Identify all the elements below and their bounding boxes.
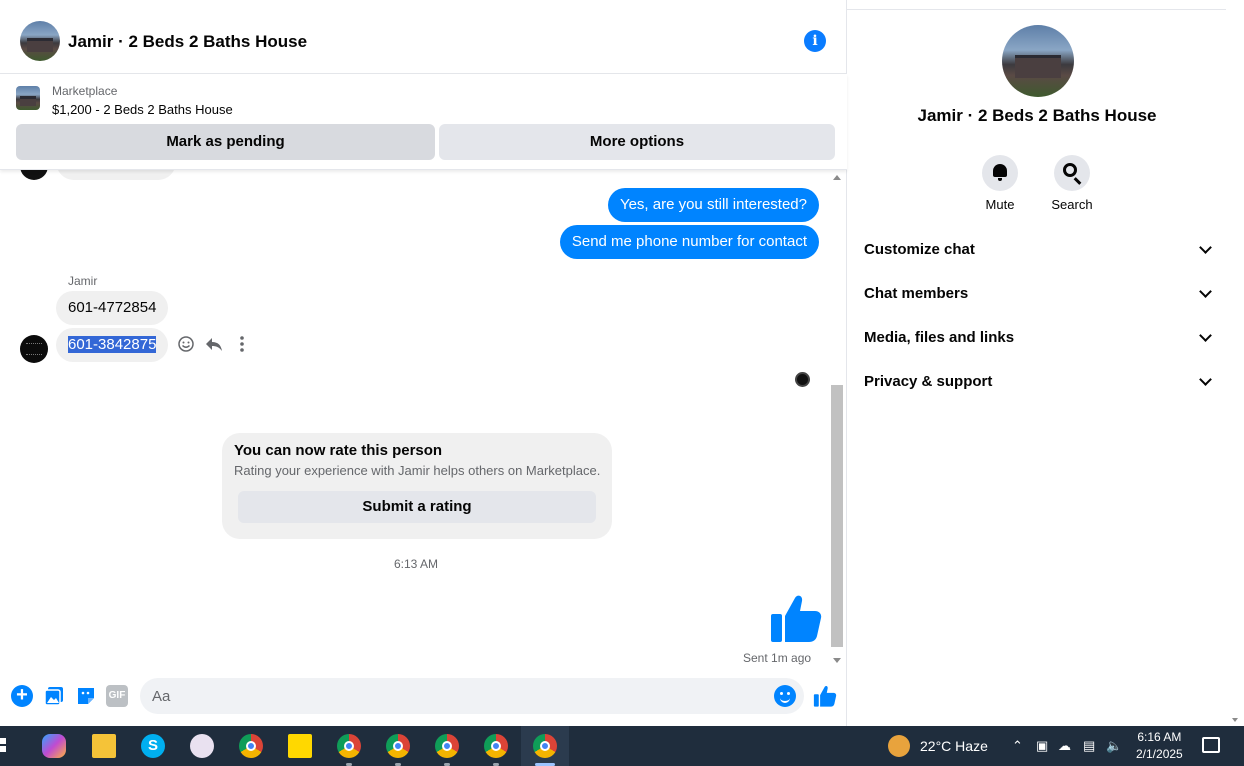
message-input[interactable] — [140, 678, 804, 714]
sender-name: Jamir — [68, 274, 98, 288]
react-icon[interactable] — [176, 334, 196, 354]
conversation-details-pane: Jamir · 2 Beds 2 Baths House Mute Search… — [848, 10, 1226, 726]
camera-icon[interactable]: ▣ — [1036, 738, 1048, 754]
start-icon[interactable] — [0, 734, 12, 758]
search-label: Search — [1051, 197, 1093, 212]
file-explorer-icon[interactable] — [92, 734, 116, 758]
selected-text: 601-3842875 — [68, 336, 157, 353]
bell-icon — [993, 164, 1007, 181]
section-media-files-links[interactable]: Media, files and links — [864, 327, 1212, 351]
rating-subtitle: Rating your experience with Jamir helps … — [234, 463, 601, 478]
chrome-icon[interactable] — [239, 734, 263, 758]
message-actions — [176, 334, 256, 354]
outgoing-message[interactable]: Yes, are you still interested? — [607, 188, 819, 222]
chrome-profile-icon[interactable] — [337, 734, 361, 758]
notification-icon[interactable] — [1202, 737, 1220, 753]
profile-title: Jamir · 2 Beds 2 Baths House — [917, 106, 1157, 125]
photo-icon[interactable] — [43, 685, 65, 707]
page-scrollbar[interactable] — [1226, 0, 1244, 726]
rating-title: You can now rate this person — [234, 442, 443, 459]
plus-icon[interactable]: + — [11, 685, 33, 707]
clock-time: 6:16 AM — [1137, 730, 1182, 744]
cloud-icon[interactable]: ☁ — [1058, 738, 1071, 754]
sent-status: Sent 1m ago — [743, 651, 812, 665]
section-privacy-support[interactable]: Privacy & support — [864, 371, 1212, 395]
profile-avatar[interactable] — [1002, 25, 1074, 97]
gif-icon[interactable]: GIF — [106, 685, 128, 707]
weather-icon[interactable] — [888, 735, 910, 757]
rating-card: You can now rate this person Rating your… — [222, 433, 612, 539]
chrome-profile-icon[interactable] — [435, 734, 459, 758]
message-timestamp: 6:13 AM — [393, 557, 439, 571]
volume-icon[interactable]: 🔈 — [1106, 738, 1122, 754]
chrome-profile-icon[interactable] — [533, 734, 557, 758]
chrome-profile-icon[interactable] — [386, 734, 410, 758]
section-title: Chat members — [864, 285, 969, 302]
skype-icon[interactable]: S — [141, 734, 165, 758]
paint-icon[interactable] — [190, 734, 214, 758]
more-icon[interactable] — [232, 334, 252, 354]
incoming-message-selected[interactable]: 601-3842875 — [56, 328, 169, 362]
message-composer: + GIF — [0, 676, 847, 718]
chat-pane: Jamir · 2 Beds 2 Baths House i Marketpla… — [0, 0, 847, 726]
messenger-window: Jamir · 2 Beds 2 Baths House i Marketpla… — [0, 0, 1244, 766]
info-icon[interactable]: i — [804, 30, 826, 52]
mark-as-pending-button[interactable]: Mark as pending — [16, 124, 435, 160]
chevron-down-icon — [1199, 329, 1212, 342]
more-options-button[interactable]: More options — [439, 124, 835, 160]
emoji-icon[interactable] — [774, 685, 796, 707]
chevron-up-icon[interactable]: ⌃ — [1012, 738, 1023, 754]
chevron-down-icon — [1199, 285, 1212, 298]
marketplace-label: Marketplace — [52, 84, 118, 98]
mute-button[interactable]: Mute — [970, 155, 1030, 212]
like-icon[interactable] — [813, 684, 837, 708]
chevron-down-icon — [1199, 241, 1212, 254]
chrome-profile-icon[interactable] — [484, 734, 508, 758]
search-button[interactable]: Search — [1042, 155, 1102, 212]
marketplace-bar: Marketplace $1,200 - 2 Beds 2 Baths Hous… — [0, 74, 847, 170]
listing-avatar[interactable] — [20, 21, 60, 61]
chat-title[interactable]: Jamir · 2 Beds 2 Baths House — [68, 32, 307, 52]
sticker-icon[interactable] — [75, 685, 97, 707]
clock-date: 2/1/2025 — [1136, 747, 1183, 761]
mute-label: Mute — [985, 197, 1015, 212]
section-title: Customize chat — [864, 241, 975, 258]
section-customize-chat[interactable]: Customize chat — [864, 239, 1212, 263]
chevron-down-icon — [1199, 373, 1212, 386]
taskbar: S 22°C Haze ⌃ ▣ ☁ ▤ 🔈 6:16 AM 2/1/2025 — [0, 726, 1244, 766]
scroll-up-arrow[interactable] — [833, 175, 841, 180]
sticky-notes-icon[interactable] — [288, 734, 312, 758]
listing-thumbnail[interactable] — [16, 86, 40, 110]
section-title: Media, files and links — [864, 329, 1015, 346]
chat-scrollbar[interactable] — [830, 173, 844, 665]
outgoing-message[interactable]: Send me phone number for contact — [559, 225, 819, 259]
sender-avatar[interactable] — [20, 335, 48, 363]
section-chat-members[interactable]: Chat members — [864, 283, 1212, 307]
system-clock[interactable]: 6:16 AM 2/1/2025 — [1136, 729, 1183, 763]
search-icon — [1063, 163, 1077, 177]
network-icon[interactable]: ▤ — [1083, 738, 1095, 754]
weather-text[interactable]: 22°C Haze — [920, 738, 988, 754]
copilot-icon[interactable] — [42, 734, 66, 758]
listing-title[interactable]: $1,200 - 2 Beds 2 Baths House — [52, 102, 233, 117]
submit-rating-button[interactable]: Submit a rating — [238, 491, 596, 523]
thumbs-up-icon[interactable] — [769, 592, 823, 644]
chat-header: Jamir · 2 Beds 2 Baths House i — [0, 10, 847, 74]
scroll-down-arrow[interactable] — [1232, 718, 1238, 722]
scroll-thumb[interactable] — [831, 385, 843, 647]
scroll-down-arrow[interactable] — [833, 658, 841, 663]
reply-icon[interactable] — [204, 334, 224, 354]
section-title: Privacy & support — [864, 373, 993, 390]
read-receipt-avatar — [795, 372, 810, 387]
incoming-message[interactable]: 601-4772854 — [56, 291, 169, 325]
